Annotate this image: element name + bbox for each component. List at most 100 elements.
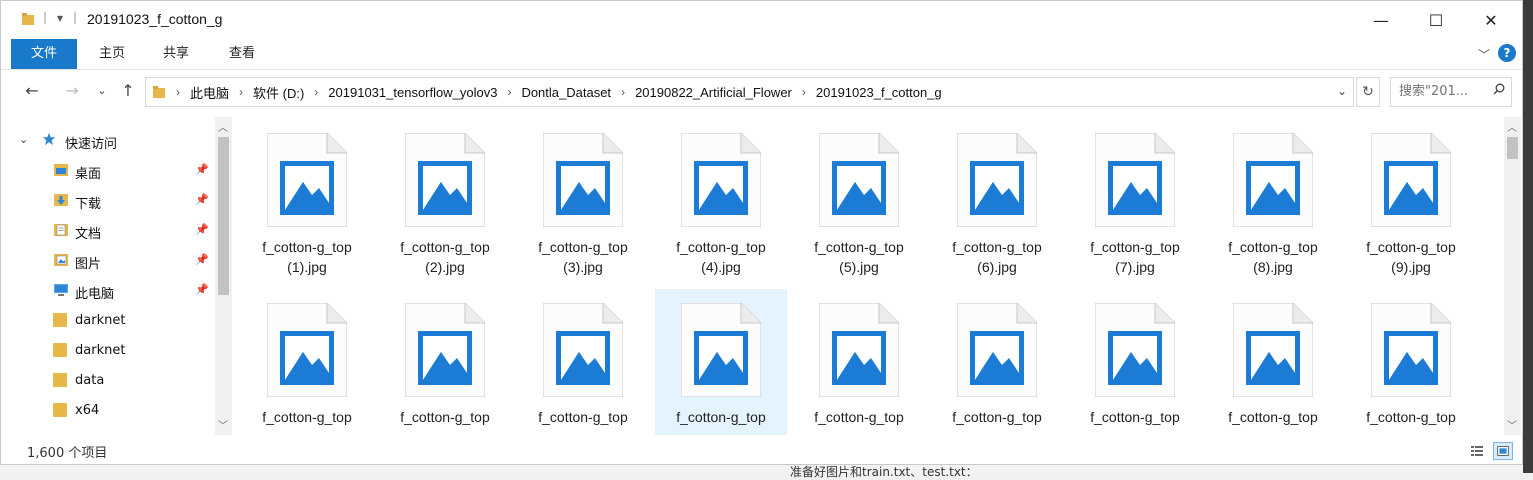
- breadcrumb-item[interactable]: 20191031_tensorflow_yolov3: [322, 85, 503, 100]
- nav-item-desktop[interactable]: 桌面 📌: [1, 157, 213, 185]
- chevron-right-icon[interactable]: ›: [235, 85, 247, 99]
- details-view-icon[interactable]: [1467, 442, 1487, 460]
- scroll-up-icon[interactable]: ︿: [218, 119, 228, 134]
- file-item[interactable]: f_cotton-g_top (9).jpg: [1345, 119, 1477, 275]
- background-edge: [1523, 0, 1533, 473]
- close-button[interactable]: ✕: [1468, 1, 1514, 39]
- pin-icon[interactable]: 📌: [195, 283, 209, 296]
- ribbon-expand-icon[interactable]: ﹀: [1478, 46, 1490, 63]
- chevron-down-icon[interactable]: ⌄: [19, 133, 28, 146]
- file-item[interactable]: f_cotton-g_top (8).jpg: [1207, 119, 1339, 275]
- file-item[interactable]: f_cotton-g_top: [379, 289, 511, 435]
- file-item[interactable]: f_cotton-g_top (1).jpg: [241, 119, 373, 275]
- file-item[interactable]: f_cotton-g_top (2).jpg: [379, 119, 511, 275]
- search-icon[interactable]: [1493, 83, 1505, 95]
- nav-item-label: x64: [75, 403, 100, 418]
- content-scrollbar[interactable]: ︿ ﹀: [1504, 117, 1521, 435]
- nav-item-darknet[interactable]: darknet: [1, 307, 213, 335]
- breadcrumb-item[interactable]: 20191023_f_cotton_g: [810, 85, 948, 100]
- nav-item-x64[interactable]: x64: [1, 397, 213, 425]
- scrollbar-thumb[interactable]: [1507, 137, 1518, 159]
- file-item[interactable]: f_cotton-g_top: [655, 289, 787, 435]
- pin-icon[interactable]: 📌: [195, 163, 209, 176]
- file-name: f_cotton-g_top (6).jpg: [931, 237, 1063, 277]
- back-arrow-icon[interactable]: ←: [21, 81, 43, 100]
- quick-access-dropdown-icon[interactable]: ▾: [57, 11, 63, 25]
- tab-file[interactable]: 文件: [11, 39, 77, 69]
- address-dropdown-icon[interactable]: ⌄: [1337, 84, 1347, 98]
- tab-home[interactable]: 主页: [87, 39, 137, 69]
- file-name-line: f_cotton-g_top: [1090, 409, 1180, 425]
- navigation-bar: ← → ⌄ ↑ › 此电脑 › 软件 (D:) › 20191031_tenso…: [1, 73, 1522, 111]
- nav-item-label: 图片: [75, 257, 102, 272]
- pin-icon[interactable]: 📌: [195, 193, 209, 206]
- minimize-button[interactable]: —: [1358, 1, 1404, 39]
- file-item[interactable]: f_cotton-g_top: [241, 289, 373, 435]
- address-bar[interactable]: › 此电脑 › 软件 (D:) › 20191031_tensorflow_yo…: [145, 77, 1354, 107]
- chevron-right-icon[interactable]: ›: [310, 85, 322, 99]
- nav-item-quick-access[interactable]: ⌄ 快速访问: [1, 127, 213, 155]
- separator: |: [43, 10, 48, 24]
- nav-item-data[interactable]: data: [1, 367, 213, 395]
- file-name-line: f_cotton-g_top: [1228, 409, 1318, 425]
- image-file-icon: [957, 303, 1037, 397]
- tab-view[interactable]: 查看: [217, 39, 267, 69]
- scroll-down-icon[interactable]: ﹀: [218, 417, 228, 432]
- nav-item-downloads[interactable]: 下载 📌: [1, 187, 213, 215]
- file-item[interactable]: f_cotton-g_top (3).jpg: [517, 119, 649, 275]
- file-item[interactable]: f_cotton-g_top (4).jpg: [655, 119, 787, 275]
- file-item[interactable]: f_cotton-g_top (6).jpg: [931, 119, 1063, 275]
- chevron-right-icon: ›: [176, 85, 180, 99]
- help-button[interactable]: ?: [1498, 44, 1516, 62]
- nav-item-pictures[interactable]: 图片 📌: [1, 247, 213, 275]
- maximize-button[interactable]: ☐: [1413, 1, 1459, 39]
- file-item[interactable]: f_cotton-g_top: [793, 289, 925, 435]
- image-file-icon: [543, 303, 623, 397]
- image-file-icon: [819, 303, 899, 397]
- scroll-up-icon[interactable]: ︿: [1507, 119, 1517, 134]
- file-item[interactable]: f_cotton-g_top: [1345, 289, 1477, 435]
- navigation-pane: ⌄ 快速访问 桌面 📌 下载 📌 文档 📌 图片 📌 此电脑 📌 darknet…: [1, 117, 233, 435]
- tab-share[interactable]: 共享: [151, 39, 201, 69]
- window-title: 20191023_f_cotton_g: [87, 11, 223, 27]
- nav-item-this-pc[interactable]: 此电脑 📌: [1, 277, 213, 305]
- image-file-icon: [543, 133, 623, 227]
- file-name: f_cotton-g_top: [931, 407, 1063, 427]
- file-item[interactable]: f_cotton-g_top: [517, 289, 649, 435]
- pin-icon[interactable]: 📌: [195, 223, 209, 236]
- file-name: f_cotton-g_top (3).jpg: [517, 237, 649, 277]
- chevron-right-icon[interactable]: ›: [617, 85, 629, 99]
- large-icons-view-icon[interactable]: [1493, 442, 1513, 460]
- search-box[interactable]: [1390, 77, 1512, 107]
- breadcrumb-item[interactable]: 此电脑: [184, 83, 235, 102]
- nav-pane-scrollbar[interactable]: ︿ ﹀: [215, 117, 232, 435]
- file-name: f_cotton-g_top (8).jpg: [1207, 237, 1339, 277]
- nav-item-documents[interactable]: 文档 📌: [1, 217, 213, 245]
- image-file-icon: [405, 133, 485, 227]
- forward-arrow-icon[interactable]: →: [61, 81, 83, 100]
- file-item[interactable]: f_cotton-g_top: [931, 289, 1063, 435]
- image-file-icon: [1233, 133, 1313, 227]
- chevron-right-icon[interactable]: ›: [798, 85, 810, 99]
- up-arrow-icon[interactable]: ↑: [117, 81, 139, 100]
- file-item[interactable]: f_cotton-g_top: [1207, 289, 1339, 435]
- folder-icon: [153, 86, 165, 98]
- nav-item-label: 下载: [75, 197, 102, 212]
- refresh-icon[interactable]: ↻: [1356, 77, 1380, 107]
- folder-icon[interactable]: [21, 12, 35, 26]
- pin-icon[interactable]: 📌: [195, 253, 209, 266]
- folder-icon: [53, 343, 67, 357]
- file-item[interactable]: f_cotton-g_top (7).jpg: [1069, 119, 1201, 275]
- file-item[interactable]: f_cotton-g_top (5).jpg: [793, 119, 925, 275]
- file-item[interactable]: f_cotton-g_top: [1069, 289, 1201, 435]
- breadcrumb-item[interactable]: 20190822_Artificial_Flower: [629, 85, 798, 100]
- nav-item-darknet[interactable]: darknet: [1, 337, 213, 365]
- breadcrumb-item[interactable]: 软件 (D:): [247, 83, 310, 102]
- search-input[interactable]: [1397, 83, 1491, 100]
- image-file-icon: [957, 133, 1037, 227]
- scrollbar-thumb[interactable]: [218, 137, 229, 295]
- scroll-down-icon[interactable]: ﹀: [1507, 417, 1517, 432]
- chevron-right-icon[interactable]: ›: [503, 85, 515, 99]
- breadcrumb-item[interactable]: Dontla_Dataset: [515, 85, 617, 100]
- recent-locations-icon[interactable]: ⌄: [91, 84, 113, 97]
